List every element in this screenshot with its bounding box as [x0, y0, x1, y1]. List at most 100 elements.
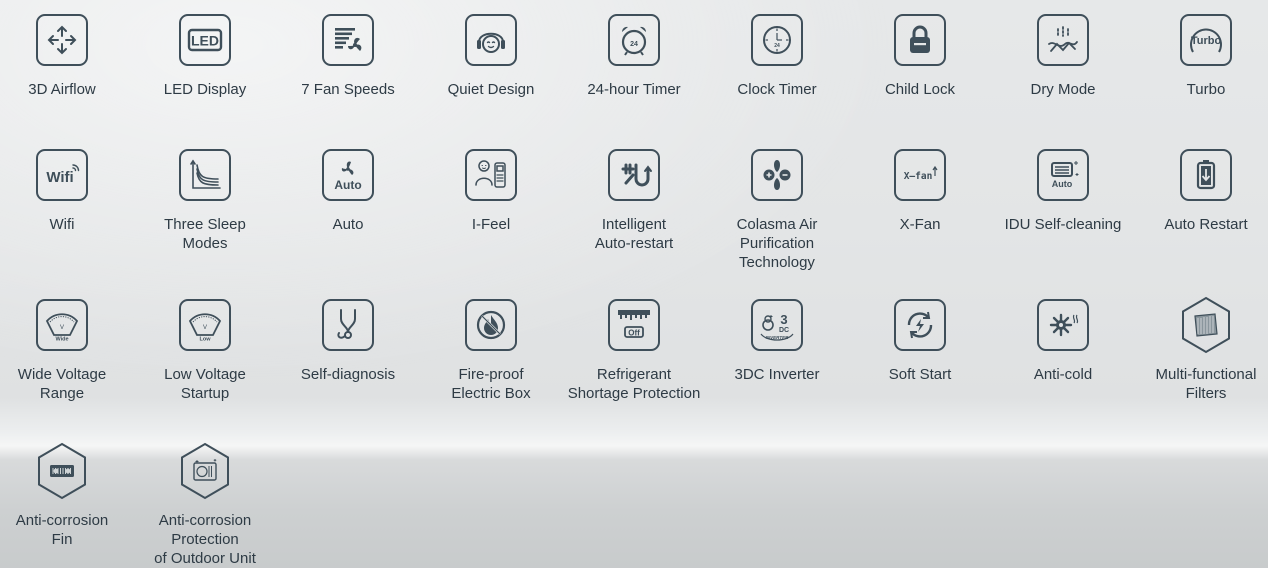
- feature-label: Anti-corrosion Fin: [15, 512, 109, 548]
- feature-i-feel: I-Feel: [421, 149, 561, 234]
- feature-fire-proof-electric-box: Fire-proof Electric Box: [421, 299, 561, 403]
- feature-colasma-air-purification: Colasma Air Purification Technology: [707, 149, 847, 272]
- feature-label: Turbo: [1186, 81, 1226, 98]
- feature-led-display: LED LED Display: [135, 14, 275, 99]
- svg-text:V: V: [60, 325, 64, 331]
- inverter-3dc-icon: 3 DC INVERTER: [751, 299, 803, 351]
- feature-label: Multi-functional Filters: [1155, 366, 1257, 402]
- sleep-modes-icon: [179, 149, 231, 201]
- feature-anti-corrosion-outdoor-unit: Anti-corrosion Protection of Outdoor Uni…: [135, 442, 275, 568]
- feature-label: Auto: [332, 216, 364, 233]
- feature-child-lock: Child Lock: [850, 14, 990, 99]
- svg-text:V: V: [203, 325, 207, 331]
- svg-text:Off: Off: [628, 329, 640, 338]
- airflow-3d-icon: [36, 14, 88, 66]
- feature-label: Auto Restart: [1164, 216, 1248, 233]
- svg-text:Auto: Auto: [334, 178, 361, 192]
- feature-label: Refrigerant Shortage Protection: [567, 366, 701, 402]
- feature-24-hour-timer: 24 24-hour Timer: [564, 14, 704, 99]
- feature-dry-mode: Dry Mode: [993, 14, 1133, 99]
- feature-3d-airflow: 3D Airflow: [0, 14, 132, 99]
- wifi-icon: Wifi: [36, 149, 88, 201]
- feature-x-fan: X–fan X-Fan: [850, 149, 990, 234]
- low-voltage-icon: V Low: [179, 299, 231, 351]
- quiet-design-icon: [465, 14, 517, 66]
- feature-anti-cold: Anti-cold: [993, 299, 1133, 384]
- svg-text:Low: Low: [200, 337, 212, 343]
- svg-text:DC: DC: [779, 327, 789, 334]
- svg-text:Wifi: Wifi: [46, 169, 73, 186]
- feature-self-diagnosis: Self-diagnosis: [278, 299, 418, 384]
- feature-anti-corrosion-fin: Anti-corrosion Fin: [0, 442, 132, 549]
- dry-mode-icon: [1037, 14, 1089, 66]
- svg-text:3: 3: [780, 312, 787, 327]
- feature-7-fan-speeds: 7 Fan Speeds: [278, 14, 418, 99]
- feature-turbo: Turbo Turbo: [1136, 14, 1268, 99]
- feature-label: Anti-corrosion Protection of Outdoor Uni…: [154, 512, 256, 567]
- multi-filter-icon: [1180, 296, 1232, 354]
- anti-corrosion-outdoor-icon: [179, 442, 231, 500]
- wide-voltage-icon: V Wide: [36, 299, 88, 351]
- feature-intelligent-auto-restart: Intelligent Auto-restart: [564, 149, 704, 253]
- intelligent-restart-icon: [608, 149, 660, 201]
- fireproof-box-icon: [465, 299, 517, 351]
- feature-label: 3DC Inverter: [734, 366, 820, 383]
- colasma-icon: [751, 149, 803, 201]
- feature-label: I-Feel: [471, 216, 511, 233]
- feature-label: Quiet Design: [447, 81, 535, 98]
- auto-icon: Auto: [322, 149, 374, 201]
- led-display-icon: LED: [179, 14, 231, 66]
- svg-text:Turbo: Turbo: [1191, 35, 1222, 47]
- feature-label: Intelligent Auto-restart: [594, 216, 674, 252]
- feature-three-sleep-modes: Three Sleep Modes: [135, 149, 275, 253]
- feature-label: Three Sleep Modes: [164, 216, 246, 252]
- feature-label: IDU Self-cleaning: [1004, 216, 1122, 233]
- feature-label: Fire-proof Electric Box: [451, 366, 531, 402]
- anti-corrosion-fin-icon: [36, 442, 88, 500]
- svg-text:Wide: Wide: [55, 337, 68, 343]
- feature-label: 3D Airflow: [28, 81, 96, 98]
- anti-cold-icon: [1037, 299, 1089, 351]
- fan-speeds-icon: [322, 14, 374, 66]
- i-feel-icon: [465, 149, 517, 201]
- svg-text:24: 24: [774, 43, 780, 49]
- feature-label: Self-diagnosis: [300, 366, 396, 383]
- feature-label: Low Voltage Startup: [164, 366, 246, 402]
- x-fan-icon: X–fan: [894, 149, 946, 201]
- self-diagnosis-icon: [322, 299, 374, 351]
- alarm-timer-icon: 24: [608, 14, 660, 66]
- svg-text:24: 24: [630, 41, 638, 48]
- feature-label: 7 Fan Speeds: [301, 81, 395, 98]
- feature-label: Wifi: [49, 216, 75, 233]
- feature-wide-voltage-range: V Wide Wide Voltage Range: [0, 299, 132, 403]
- svg-text:X–fan: X–fan: [904, 171, 933, 182]
- child-lock-icon: [894, 14, 946, 66]
- feature-auto-restart: Auto Restart: [1136, 149, 1268, 234]
- feature-label: Clock Timer: [737, 81, 817, 98]
- feature-label: Child Lock: [884, 81, 956, 98]
- feature-clock-timer: 24 Clock Timer: [707, 14, 847, 99]
- feature-wifi: Wifi Wifi: [0, 149, 132, 234]
- svg-text:INVERTER: INVERTER: [766, 335, 789, 340]
- feature-label: Anti-cold: [1033, 366, 1093, 383]
- auto-restart-icon: [1180, 149, 1232, 201]
- feature-label: Soft Start: [888, 366, 952, 383]
- feature-label: 24-hour Timer: [587, 81, 681, 98]
- feature-auto: Auto Auto: [278, 149, 418, 234]
- clock-timer-icon: 24: [751, 14, 803, 66]
- feature-label: Colasma Air Purification Technology: [736, 216, 818, 271]
- feature-refrigerant-shortage-protection: Off Refrigerant Shortage Protection: [564, 299, 704, 403]
- feature-quiet-design: Quiet Design: [421, 14, 561, 99]
- idu-self-cleaning-icon: Auto: [1037, 149, 1089, 201]
- refrigerant-shortage-icon: Off: [608, 299, 660, 351]
- soft-start-icon: [894, 299, 946, 351]
- feature-label: Wide Voltage Range: [17, 366, 107, 402]
- feature-multi-functional-filters: Multi-functional Filters: [1136, 296, 1268, 403]
- svg-text:LED: LED: [191, 33, 219, 49]
- feature-label: LED Display: [163, 81, 247, 98]
- svg-text:Auto: Auto: [1052, 179, 1073, 189]
- turbo-icon: Turbo: [1180, 14, 1232, 66]
- feature-low-voltage-startup: V Low Low Voltage Startup: [135, 299, 275, 403]
- feature-idu-self-cleaning: Auto IDU Self-cleaning: [993, 149, 1133, 234]
- feature-3dc-inverter: 3 DC INVERTER 3DC Inverter: [707, 299, 847, 384]
